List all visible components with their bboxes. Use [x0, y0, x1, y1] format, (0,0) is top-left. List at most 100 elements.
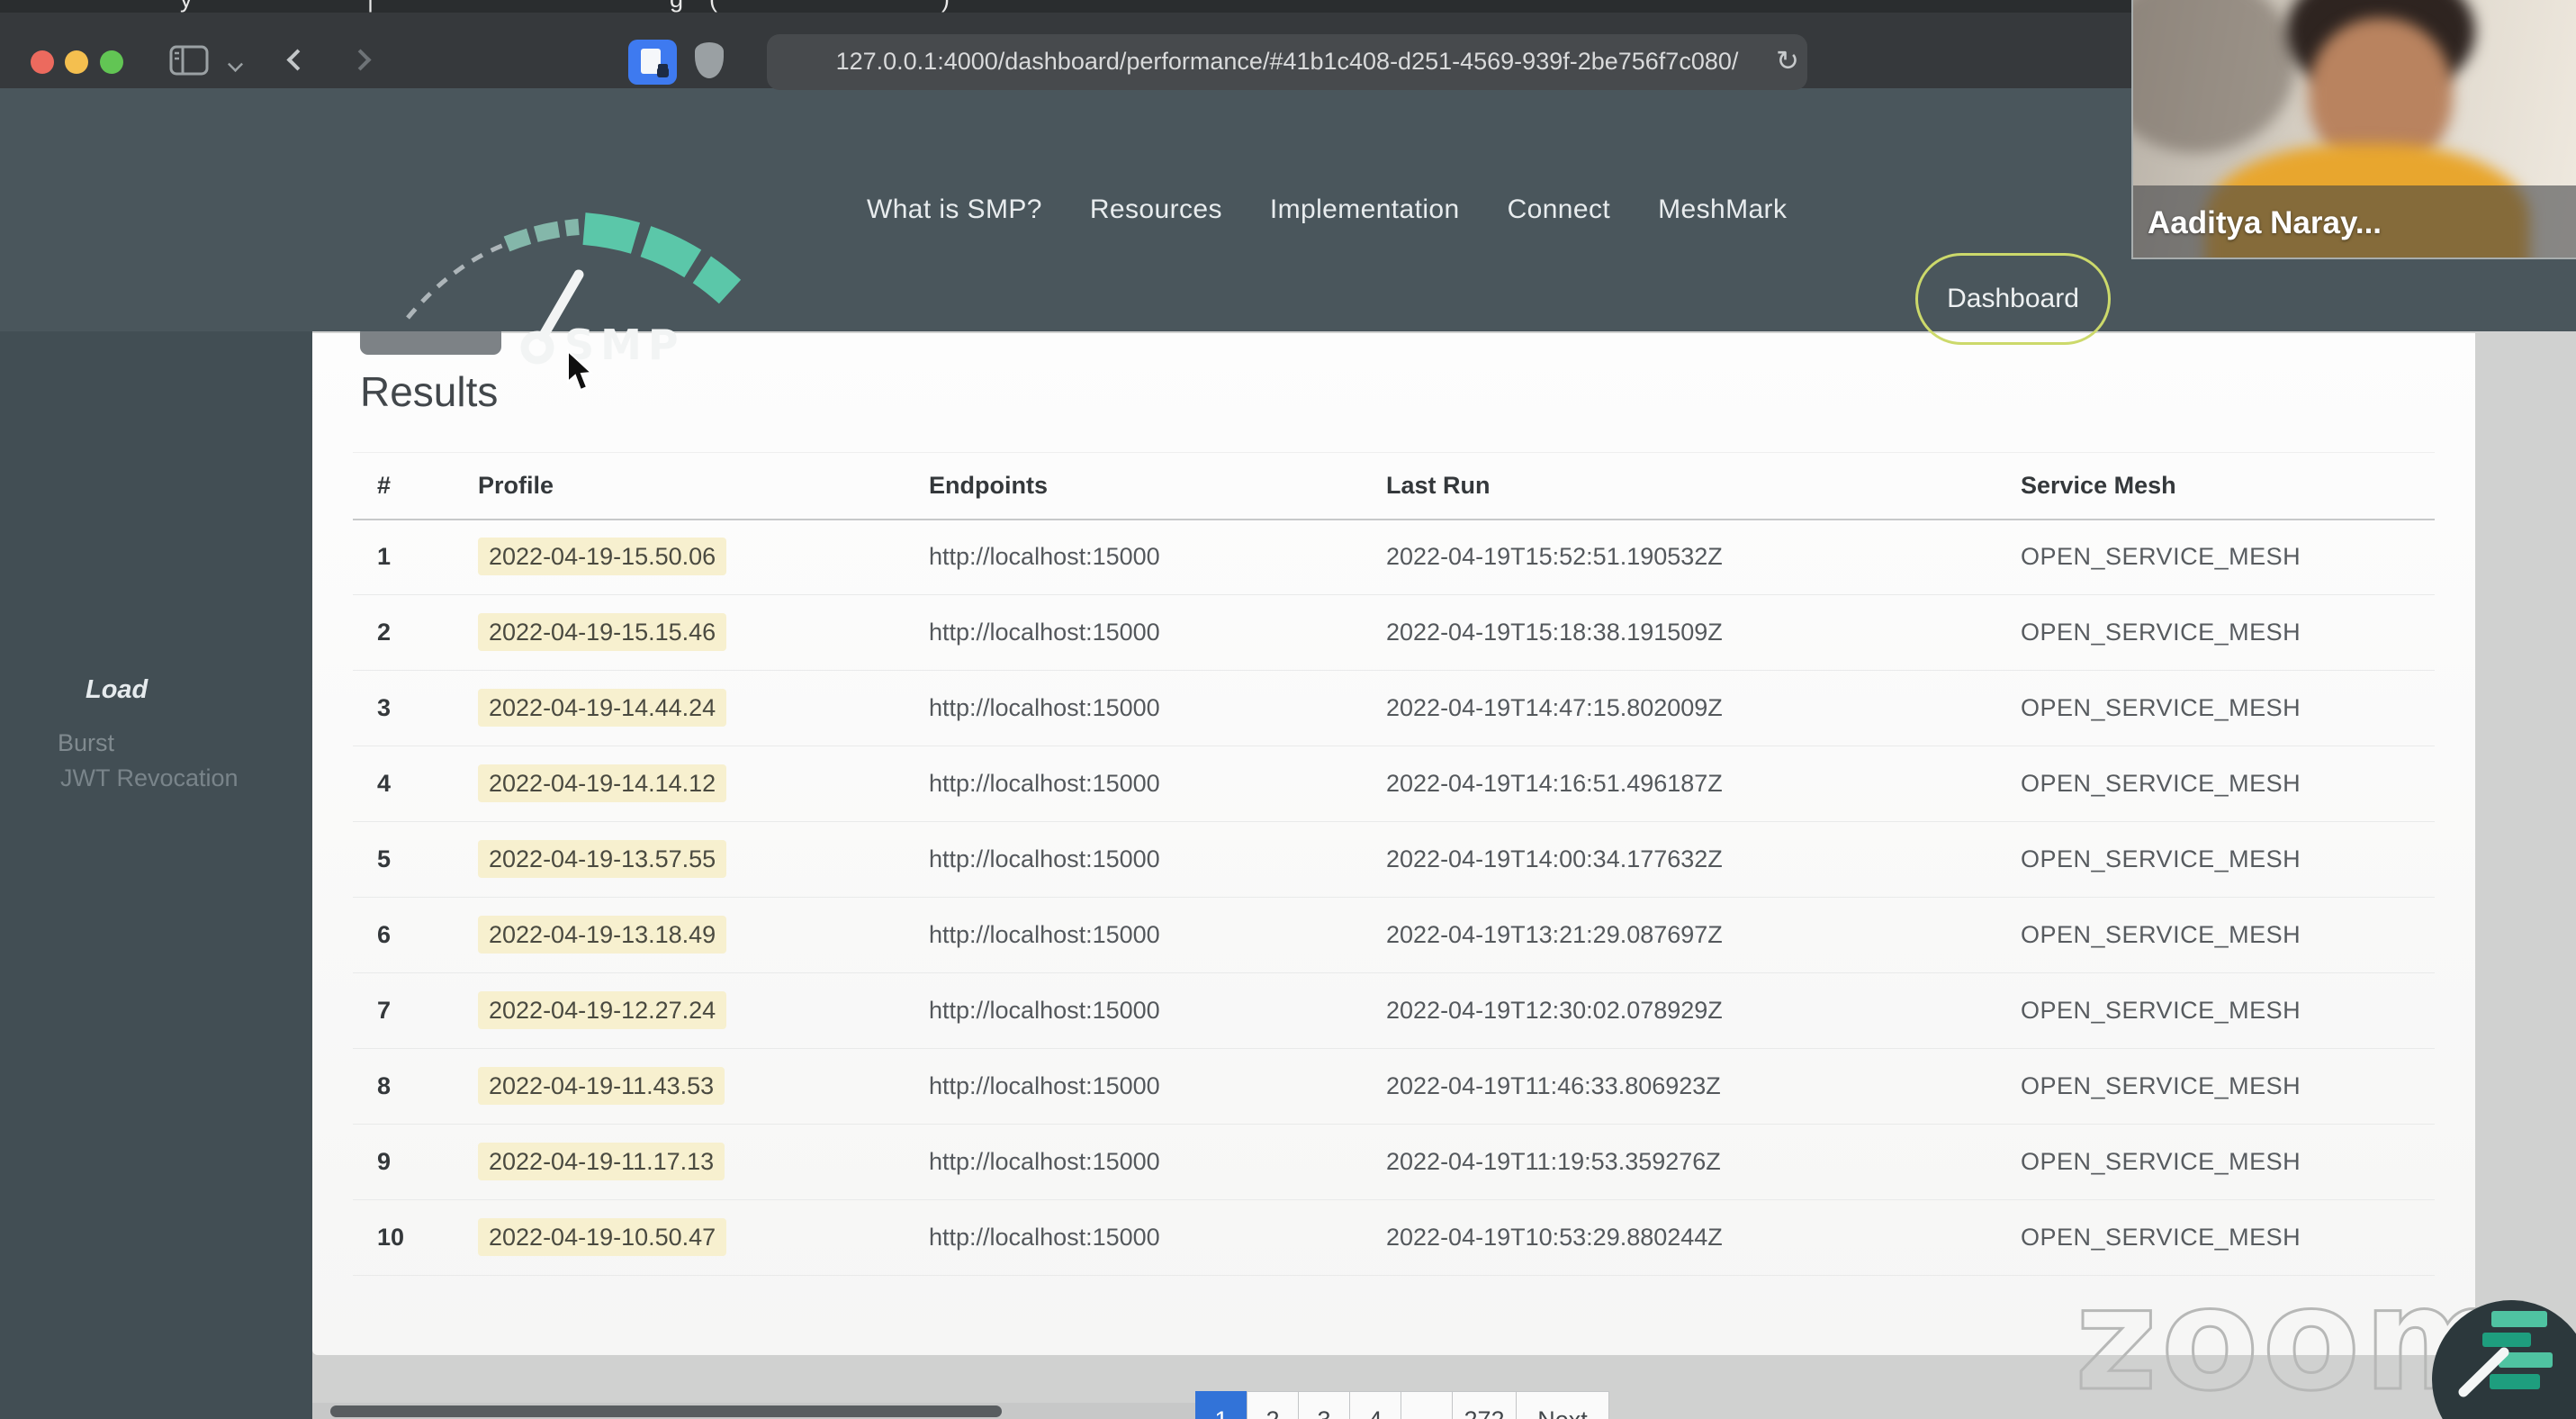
page-button-2[interactable]: 2: [1247, 1391, 1299, 1419]
close-window-button[interactable]: [31, 50, 54, 74]
profile-highlight: 2022-04-19-14.14.12: [478, 764, 727, 802]
horizontal-scrollbar-thumb[interactable]: [330, 1405, 1002, 1417]
cell-num: 6: [353, 897, 478, 973]
main-nav: What is SMP? Resources Implementation Co…: [867, 88, 1787, 331]
cell-profile[interactable]: 2022-04-19-11.17.13: [478, 1124, 929, 1200]
cell-profile[interactable]: 2022-04-19-15.50.06: [478, 519, 929, 595]
sidebar-toggle-icon[interactable]: [169, 45, 209, 76]
passkey-icon[interactable]: [628, 40, 677, 85]
col-header-lastrun: Last Run: [1386, 452, 2021, 520]
page-button-1[interactable]: 1: [1195, 1391, 1247, 1419]
page-button-4[interactable]: 4: [1349, 1391, 1401, 1419]
cell-profile[interactable]: 2022-04-19-14.44.24: [478, 670, 929, 746]
table-row[interactable]: 4 2022-04-19-14.14.12 http://localhost:1…: [353, 746, 2435, 822]
webcam-background: [2133, 0, 2295, 153]
table-row[interactable]: 6 2022-04-19-13.18.49 http://localhost:1…: [353, 897, 2435, 973]
cell-lastrun: 2022-04-19T15:18:38.191509Z: [1386, 594, 2021, 671]
cell-profile[interactable]: 2022-04-19-10.50.47: [478, 1199, 929, 1276]
participant-name: Aaditya Naray...: [2148, 205, 2382, 240]
profile-highlight: 2022-04-19-12.27.24: [478, 991, 727, 1029]
table-header-row: # Profile Endpoints Last Run Service Mes…: [353, 452, 2435, 520]
mouse-cursor: [567, 349, 594, 392]
results-table: # Profile Endpoints Last Run Service Mes…: [353, 452, 2435, 1276]
nav-connect[interactable]: Connect: [1508, 194, 1611, 225]
profile-highlight: 2022-04-19-11.17.13: [478, 1143, 725, 1180]
title-fragment: (: [709, 0, 717, 13]
nav-what-is-smp[interactable]: What is SMP?: [867, 194, 1042, 225]
profile-highlight: 2022-04-19-15.15.46: [478, 613, 727, 651]
cell-lastrun: 2022-04-19T13:21:29.087697Z: [1386, 897, 2021, 973]
cell-num: 2: [353, 594, 478, 671]
col-header-servicemesh: Service Mesh: [2021, 452, 2435, 520]
title-fragment: |: [367, 0, 374, 13]
title-fragment: ): [941, 0, 950, 13]
cell-servicemesh: OPEN_SERVICE_MESH: [2021, 594, 2435, 671]
nav-resources[interactable]: Resources: [1090, 194, 1222, 225]
refresh-icon[interactable]: ↻: [1768, 34, 1807, 90]
table-row[interactable]: 1 2022-04-19-15.50.06 http://localhost:1…: [353, 519, 2435, 595]
title-fragment: g: [670, 0, 683, 13]
cell-lastrun: 2022-04-19T14:00:34.177632Z: [1386, 821, 2021, 898]
privacy-shield-icon[interactable]: [695, 42, 724, 78]
page-button-next[interactable]: Next: [1516, 1391, 1609, 1419]
cell-lastrun: 2022-04-19T14:16:51.496187Z: [1386, 746, 2021, 822]
page-button-ellipsis[interactable]: …: [1401, 1391, 1453, 1419]
cell-endpoint: http://localhost:15000: [929, 821, 1386, 898]
cell-servicemesh: OPEN_SERVICE_MESH: [2021, 746, 2435, 822]
address-bar[interactable]: 127.0.0.1:4000/dashboard/performance/#41…: [767, 34, 1807, 90]
sidebar-item-load[interactable]: Load: [86, 675, 148, 705]
profile-highlight: 2022-04-19-13.57.55: [478, 840, 727, 878]
nav-implementation[interactable]: Implementation: [1270, 194, 1460, 225]
cell-profile[interactable]: 2022-04-19-15.15.46: [478, 594, 929, 671]
cell-num: 3: [353, 670, 478, 746]
cell-endpoint: http://localhost:15000: [929, 594, 1386, 671]
cell-servicemesh: OPEN_SERVICE_MESH: [2021, 519, 2435, 595]
profile-highlight: 2022-04-19-11.43.53: [478, 1067, 725, 1105]
col-header-endpoints: Endpoints: [929, 452, 1386, 520]
cell-endpoint: http://localhost:15000: [929, 746, 1386, 822]
cell-lastrun: 2022-04-19T11:46:33.806923Z: [1386, 1048, 2021, 1125]
smp-badge-logo-icon: [2458, 1311, 2553, 1397]
cell-num: 4: [353, 746, 478, 822]
cell-profile[interactable]: 2022-04-19-12.27.24: [478, 972, 929, 1049]
cell-profile[interactable]: 2022-04-19-11.43.53: [478, 1048, 929, 1125]
sidebar-item-burst[interactable]: Burst: [58, 729, 114, 757]
table-row[interactable]: 9 2022-04-19-11.17.13 http://localhost:1…: [353, 1124, 2435, 1200]
cell-profile[interactable]: 2022-04-19-13.57.55: [478, 821, 929, 898]
cell-profile[interactable]: 2022-04-19-14.14.12: [478, 746, 929, 822]
table-row[interactable]: 2 2022-04-19-15.15.46 http://localhost:1…: [353, 594, 2435, 671]
cell-endpoint: http://localhost:15000: [929, 1124, 1386, 1200]
title-fragment: y: [180, 0, 193, 13]
cell-endpoint: http://localhost:15000: [929, 1199, 1386, 1276]
page-button-last[interactable]: 272: [1452, 1391, 1517, 1419]
cell-lastrun: 2022-04-19T12:30:02.078929Z: [1386, 972, 2021, 1049]
minimize-window-button[interactable]: [65, 50, 88, 74]
cell-num: 8: [353, 1048, 478, 1125]
forward-button[interactable]: [349, 49, 372, 71]
page-title: Results: [360, 368, 499, 415]
col-header-num: #: [353, 452, 478, 520]
cell-num: 5: [353, 821, 478, 898]
cell-profile[interactable]: 2022-04-19-13.18.49: [478, 897, 929, 973]
profile-highlight: 2022-04-19-15.50.06: [478, 538, 727, 576]
cell-endpoint: http://localhost:15000: [929, 1048, 1386, 1125]
cell-num: 7: [353, 972, 478, 1049]
col-header-profile: Profile: [478, 452, 929, 520]
table-row[interactable]: 3 2022-04-19-14.44.24 http://localhost:1…: [353, 670, 2435, 746]
smp-logo[interactable]: SMP: [401, 208, 752, 368]
chevron-down-icon[interactable]: [228, 57, 243, 72]
zoom-window-button[interactable]: [100, 50, 123, 74]
webcam-overlay: Aaditya Naray...: [2131, 0, 2576, 259]
nav-dashboard-button[interactable]: Dashboard: [1915, 253, 2111, 345]
smp-floating-badge[interactable]: [2432, 1300, 2576, 1419]
table-row[interactable]: 5 2022-04-19-13.57.55 http://localhost:1…: [353, 821, 2435, 898]
screen: y | g ( ) 127.0.0.1:4000/dashboard/perfo…: [0, 0, 2576, 1419]
cell-servicemesh: OPEN_SERVICE_MESH: [2021, 821, 2435, 898]
nav-meshmark[interactable]: MeshMark: [1658, 194, 1787, 225]
back-button[interactable]: [286, 49, 309, 71]
page-button-3[interactable]: 3: [1298, 1391, 1350, 1419]
table-row[interactable]: 7 2022-04-19-12.27.24 http://localhost:1…: [353, 972, 2435, 1049]
table-row[interactable]: 8 2022-04-19-11.43.53 http://localhost:1…: [353, 1048, 2435, 1125]
sidebar-item-jwt-revocation[interactable]: JWT Revocation: [60, 764, 239, 792]
results-card: Results # Profile Endpoints Last Run Ser…: [312, 324, 2475, 1355]
